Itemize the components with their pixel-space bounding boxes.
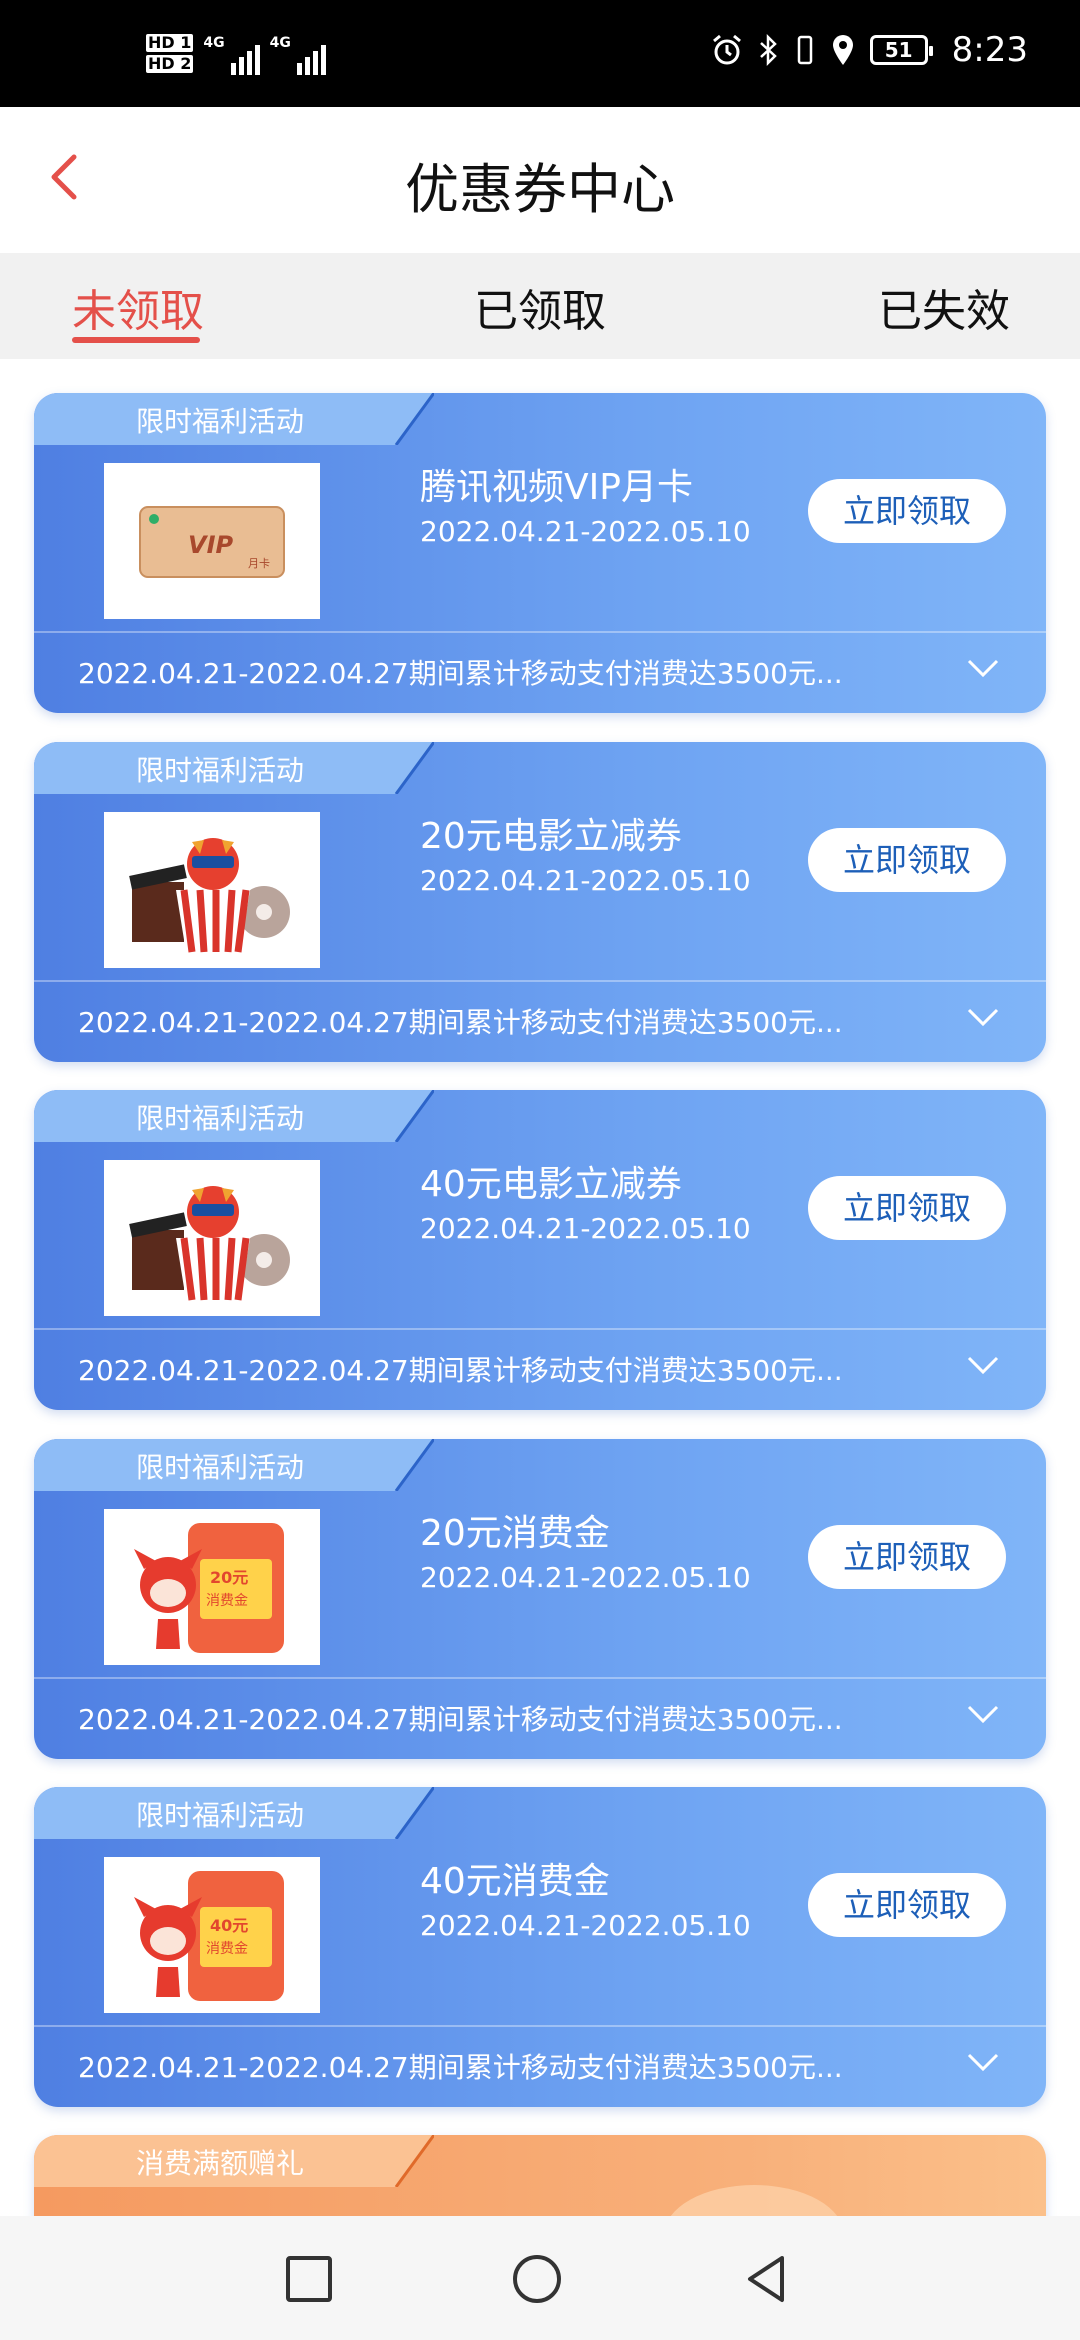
- chevron-down-icon[interactable]: [966, 657, 1000, 679]
- mascot-voucher-image: 40元 消费金: [104, 1857, 320, 2013]
- coupon-description: 2022.04.21-2022.04.27期间累计移动支付消费达3500元...: [78, 1006, 843, 1039]
- chevron-down-icon[interactable]: [966, 1354, 1000, 1376]
- coupon-card[interactable]: 限时福利活动 20元电影立减券 2022.04.21-2022.05.10 立即…: [34, 742, 1046, 1062]
- coupon-tag: 限时福利活动: [34, 742, 434, 794]
- claim-button[interactable]: 立即领取: [808, 828, 1006, 892]
- coupon-description: 2022.04.21-2022.04.27期间累计移动支付消费达3500元...: [78, 657, 843, 690]
- square-icon[interactable]: [284, 2254, 334, 2304]
- coupon-date: 2022.04.21-2022.05.10: [420, 1909, 751, 1942]
- voucher-amount: 40元: [210, 1916, 248, 1935]
- coupon-tag-label: 限时福利活动: [136, 1799, 305, 1832]
- coupon-card[interactable]: 限时福利活动 40元 消费金 40元消费金 2022.04.21-2022.05…: [34, 1787, 1046, 2107]
- coupon-tag: 限时福利活动: [34, 1787, 434, 1839]
- voucher-label: 消费金: [206, 1941, 248, 1957]
- coupon-title: 腾讯视频VIP月卡: [420, 467, 693, 508]
- coupon-tag: 消费满额赠礼: [34, 2135, 434, 2187]
- coupon-date: 2022.04.21-2022.05.10: [420, 864, 751, 897]
- coupon-tag-label: 限时福利活动: [136, 405, 305, 438]
- divider: [34, 1677, 1046, 1679]
- coupon-tag-label: 限时福利活动: [136, 754, 305, 787]
- popcorn-movie-image: [104, 1160, 320, 1316]
- coupon-tag: 限时福利活动: [34, 1090, 434, 1142]
- claim-button[interactable]: 立即领取: [808, 479, 1006, 543]
- claim-button[interactable]: 立即领取: [808, 1873, 1006, 1937]
- divider: [34, 631, 1046, 633]
- hd2-label: HD 2: [146, 54, 194, 73]
- coupon-title: 20元电影立减券: [420, 816, 682, 857]
- coupon-description: 2022.04.21-2022.04.27期间累计移动支付消费达3500元...: [78, 1703, 843, 1736]
- coupon-title: 40元电影立减券: [420, 1164, 682, 1205]
- coupon-title: 40元消费金: [420, 1861, 610, 1902]
- coupon-tag-label: 限时福利活动: [136, 1102, 305, 1135]
- hd1-label: HD 1: [146, 33, 194, 52]
- coupon-tag: 限时福利活动: [34, 1439, 434, 1491]
- coupon-tag: 限时福利活动: [34, 393, 434, 445]
- coupon-date: 2022.04.21-2022.05.10: [420, 1561, 751, 1594]
- vip-card-sublabel: 月卡: [248, 557, 270, 570]
- mascot-voucher-image: 20元 消费金: [104, 1509, 320, 1665]
- battery-level: 51: [884, 38, 913, 62]
- status-right: 51 8:23: [710, 30, 1028, 70]
- clock: 8:23: [951, 30, 1028, 70]
- tab-bar: 未领取 已领取 已失效: [0, 253, 1080, 359]
- net2-label: 4G: [269, 35, 291, 51]
- voucher-label: 消费金: [206, 1593, 248, 1609]
- signal-icon-2: 4G: [270, 35, 326, 75]
- divider: [34, 980, 1046, 982]
- coupon-tag-label: 限时福利活动: [136, 1451, 305, 1484]
- coupon-description: 2022.04.21-2022.04.27期间累计移动支付消费达3500元...: [78, 2051, 843, 2084]
- tab-claimed[interactable]: 已领取: [474, 275, 606, 339]
- hd-indicator: HD 1 HD 2: [146, 33, 194, 76]
- vip-card-image: VIP 月卡: [104, 463, 320, 619]
- popcorn-movie-image: [104, 812, 320, 968]
- divider: [34, 1328, 1046, 1330]
- claim-button[interactable]: 立即领取: [808, 1176, 1006, 1240]
- chevron-down-icon[interactable]: [966, 1703, 1000, 1725]
- chevron-down-icon[interactable]: [966, 1006, 1000, 1028]
- alarm-icon: [712, 34, 741, 65]
- claim-button[interactable]: 立即领取: [808, 1525, 1006, 1589]
- signal-icon: 4G: [203, 35, 260, 75]
- coupon-date: 2022.04.21-2022.05.10: [420, 1212, 751, 1245]
- tab-unclaimed[interactable]: 未领取: [72, 275, 204, 339]
- coupon-date: 2022.04.21-2022.05.10: [420, 515, 751, 548]
- coupon-title: 20元消费金: [420, 1513, 610, 1554]
- coupon-card[interactable]: 限时福利活动 VIP 月卡 腾讯视频VIP月卡 2022.04.21-2022.…: [34, 393, 1046, 713]
- voucher-amount: 20元: [210, 1568, 248, 1587]
- system-nav-bar: [0, 2216, 1080, 2340]
- location-icon: [832, 35, 853, 65]
- vip-card-label: VIP: [188, 531, 234, 559]
- triangle-back-icon[interactable]: [742, 2254, 792, 2304]
- tab-expired[interactable]: 已失效: [878, 275, 1010, 339]
- bluetooth-icon: [759, 33, 777, 67]
- app-header: 优惠券中心: [0, 107, 1080, 253]
- battery-icon: 51: [869, 35, 933, 65]
- vibrate-icon: [797, 35, 812, 65]
- status-left: HD 1 HD 2 4G 4G: [146, 34, 326, 76]
- coupon-description: 2022.04.21-2022.04.27期间累计移动支付消费达3500元...: [78, 1354, 843, 1387]
- net1-label: 4G: [203, 35, 225, 51]
- coupon-card[interactable]: 限时福利活动 40元电影立减券 2022.04.21-2022.05.10 立即…: [34, 1090, 1046, 1410]
- chevron-down-icon[interactable]: [966, 2051, 1000, 2073]
- circle-home-icon[interactable]: [512, 2254, 562, 2304]
- coupon-tag-label: 消费满额赠礼: [136, 2147, 305, 2180]
- divider: [34, 2025, 1046, 2027]
- page-title: 优惠券中心: [405, 158, 675, 221]
- tab-active-indicator: [72, 337, 200, 343]
- status-bar: HD 1 HD 2 4G 4G 51 8:23: [0, 0, 1080, 107]
- coupon-card[interactable]: 限时福利活动 20元 消费金 20元消费金 2022.04.21-2022.05…: [34, 1439, 1046, 1759]
